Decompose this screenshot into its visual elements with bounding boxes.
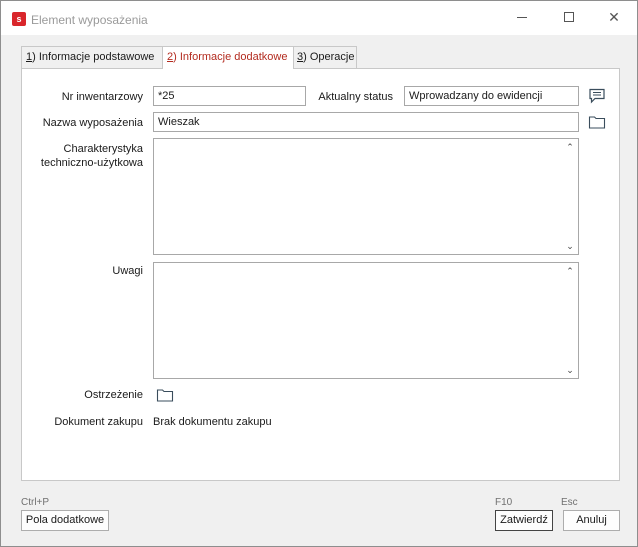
zatwierdz-hotkey-hint: F10 xyxy=(495,497,513,508)
close-button[interactable]: ✕ xyxy=(591,1,637,33)
charakterystyka-label-line2: techniczno-użytkowa xyxy=(40,157,143,169)
tab-label: ) Informacje podstawowe xyxy=(32,51,155,63)
anuluj-button[interactable]: Anuluj xyxy=(563,510,620,531)
tab-informacje-podstawowe[interactable]: 1) Informacje podstawowe xyxy=(21,46,165,68)
uwagi-textarea[interactable]: ⌃ ⌄ xyxy=(153,262,579,379)
uwagi-label: Uwagi xyxy=(112,265,143,277)
scroll-up-icon[interactable]: ⌃ xyxy=(565,266,575,276)
ostrzezenie-folder-button[interactable] xyxy=(156,387,174,403)
dialog-window: s Element wyposażenia ✕ 1) Informacje po… xyxy=(0,0,638,547)
anuluj-hotkey-hint: Esc xyxy=(561,497,578,508)
title-bar[interactable]: s Element wyposażenia ✕ xyxy=(1,1,637,35)
minimize-button[interactable] xyxy=(499,1,545,33)
aktualny-status-label: Aktualny status xyxy=(318,91,393,103)
ostrzezenie-label: Ostrzeżenie xyxy=(84,389,143,401)
tab-informacje-dodatkowe[interactable]: 2) Informacje dodatkowe xyxy=(162,46,294,69)
dokument-zakupu-label: Dokument zakupu xyxy=(54,416,143,428)
tab-operacje[interactable]: 3) Operacje xyxy=(292,46,357,68)
scroll-down-icon[interactable]: ⌄ xyxy=(565,365,575,375)
tab-label: ) Operacje xyxy=(303,51,355,63)
maximize-button[interactable] xyxy=(546,1,592,33)
folder-icon xyxy=(588,116,606,129)
charakterystyka-label-line1: Charakterystyka xyxy=(63,143,143,155)
nazwa-wyposazenia-label: Nazwa wyposażenia xyxy=(42,117,143,129)
charakterystyka-textarea[interactable]: ⌃ ⌄ xyxy=(153,138,579,255)
nazwa-wyposazenia-input[interactable]: Wieszak xyxy=(153,112,579,132)
minimize-icon xyxy=(517,17,527,18)
scroll-down-icon[interactable]: ⌄ xyxy=(565,241,575,251)
nr-inwentarzowy-label: Nr inwentarzowy xyxy=(61,91,143,103)
pola-dodatkowe-button[interactable]: Pola dodatkowe xyxy=(21,510,109,531)
zatwierdz-button[interactable]: Zatwierdź xyxy=(495,510,553,531)
status-note-button[interactable] xyxy=(588,88,606,104)
window-title: Element wyposażenia xyxy=(31,13,148,27)
aktualny-status-field: Wprowadzany do ewidencji xyxy=(404,86,579,106)
nazwa-folder-button[interactable] xyxy=(588,114,606,130)
pola-hotkey-hint: Ctrl+P xyxy=(21,497,50,508)
folder-icon xyxy=(156,389,174,402)
speech-bubble-icon xyxy=(589,88,605,104)
nr-inwentarzowy-input[interactable]: *25 xyxy=(153,86,306,106)
scroll-up-icon[interactable]: ⌃ xyxy=(565,142,575,152)
close-icon: ✕ xyxy=(608,9,620,25)
charakterystyka-label: Charakterystyka techniczno-użytkowa xyxy=(22,142,143,170)
tab-label: ) Informacje dodatkowe xyxy=(173,51,288,63)
tab-panel: Nr inwentarzowy *25 Aktualny status Wpro… xyxy=(21,68,620,481)
maximize-icon xyxy=(564,12,574,22)
dokument-zakupu-value: Brak dokumentu zakupu xyxy=(153,416,272,428)
app-icon: s xyxy=(12,12,26,26)
